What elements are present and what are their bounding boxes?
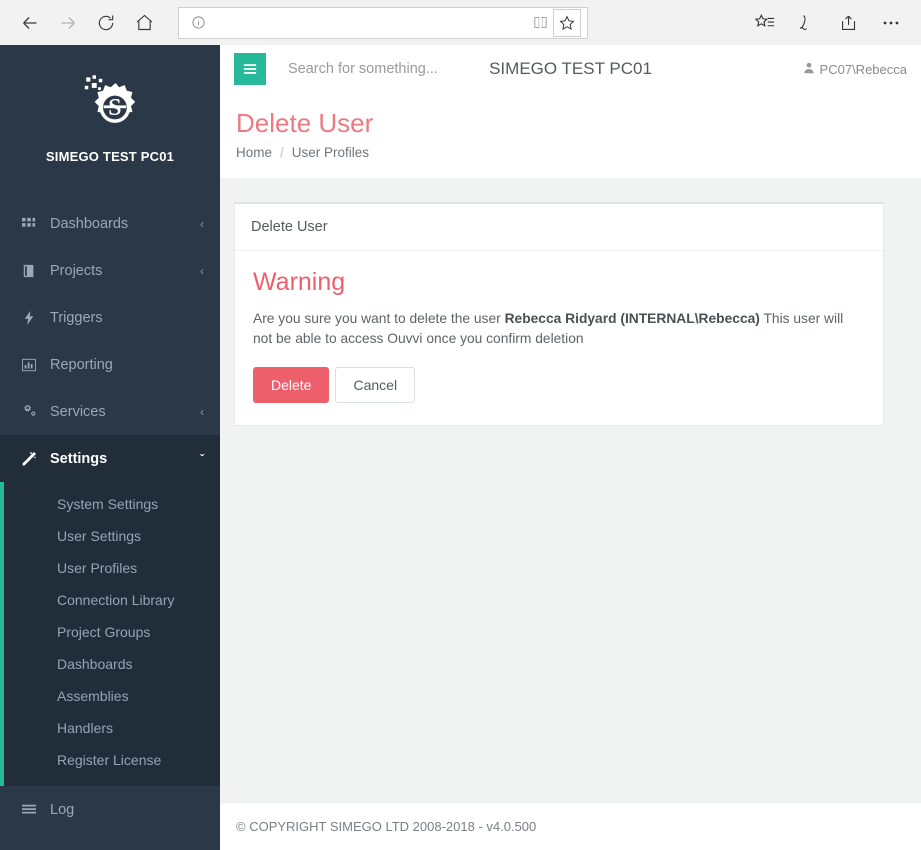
sidebar-item-reporting[interactable]: Reporting: [0, 341, 220, 388]
sidebar-item-triggers[interactable]: Triggers: [0, 294, 220, 341]
chevron-left-icon: ‹: [200, 404, 204, 419]
settings-subitem-user-settings[interactable]: User Settings: [0, 520, 220, 552]
main-area: SIMEGO TEST PC01 PC07\Rebecca Delete Use…: [220, 45, 921, 850]
grid-icon: [22, 217, 44, 231]
address-input[interactable]: [209, 15, 529, 30]
browser-toolbar: [0, 0, 921, 45]
cancel-button[interactable]: Cancel: [335, 367, 416, 403]
user-icon: [803, 62, 815, 77]
settings-subitem-handlers[interactable]: Handlers: [0, 712, 220, 744]
settings-subitem-system-settings[interactable]: System Settings: [0, 488, 220, 520]
settings-subitem-connection-library[interactable]: Connection Library: [0, 584, 220, 616]
page-head: Delete User Home / User Profiles: [220, 93, 921, 178]
bolt-icon: [22, 310, 44, 325]
back-icon[interactable]: [12, 5, 48, 41]
page-header-title: SIMEGO TEST PC01: [489, 59, 652, 78]
chevron-down-icon: ˇ: [200, 451, 204, 466]
sidebar-item-services[interactable]: Services ‹: [0, 388, 220, 435]
magic-wand-icon: [22, 451, 44, 466]
hamburger-icon[interactable]: [234, 53, 266, 85]
sidebar-item-label: Log: [50, 801, 75, 818]
sidebar-item-label: Triggers: [50, 309, 103, 326]
home-icon[interactable]: [126, 5, 162, 41]
app-shell: S SIMEGO TEST PC01 Dashboards ‹: [0, 45, 921, 850]
settings-subitem-user-profiles[interactable]: User Profiles: [0, 552, 220, 584]
hub-star-list-icon[interactable]: [747, 5, 783, 41]
book-icon[interactable]: [529, 12, 551, 34]
share-icon[interactable]: [831, 5, 867, 41]
sidebar-group-settings: Settings ˇ System Settings User Settings U…: [0, 435, 220, 786]
breadcrumb-item-user-profiles[interactable]: User Profiles: [292, 145, 369, 160]
sidebar-item-label: Reporting: [50, 356, 113, 373]
footer: © COPYRIGHT SIMEGO LTD 2008-2018 - v4.0.…: [220, 802, 921, 850]
brand-name: SIMEGO TEST PC01: [45, 149, 175, 164]
breadcrumb-item-home[interactable]: Home: [236, 145, 272, 160]
book-icon: [22, 264, 44, 278]
sidebar-item-label: Projects: [50, 262, 103, 279]
card-actions: Delete Cancel: [253, 367, 865, 403]
breadcrumb: Home / User Profiles: [236, 145, 921, 160]
sidebar-item-projects[interactable]: Projects ‹: [0, 247, 220, 294]
settings-subitem-dashboards[interactable]: Dashboards: [0, 648, 220, 680]
warning-message: Are you sure you want to delete the user…: [253, 309, 853, 349]
delete-user-card: Delete User Warning Are you sure you wan…: [234, 202, 884, 426]
topbar: SIMEGO TEST PC01 PC07\Rebecca: [220, 45, 921, 93]
card-body: Warning Are you sure you want to delete …: [235, 251, 883, 425]
sidebar-item-label: Dashboards: [50, 215, 129, 232]
delete-button[interactable]: Delete: [253, 367, 330, 403]
settings-subitem-assemblies[interactable]: Assemblies: [0, 680, 220, 712]
warning-message-user: Rebecca Ridyard (INTERNAL\Rebecca): [504, 311, 760, 326]
settings-subitem-project-groups[interactable]: Project Groups: [0, 616, 220, 648]
forward-icon[interactable]: [50, 5, 86, 41]
warning-message-prefix: Are you sure you want to delete the user: [253, 311, 505, 326]
refresh-icon[interactable]: [88, 5, 124, 41]
chevron-left-icon: ‹: [200, 216, 204, 231]
settings-submenu: System Settings User Settings User Profile…: [0, 482, 220, 786]
active-accent-bar: [0, 435, 4, 786]
sidebar-item-dashboards[interactable]: Dashboards ‹: [0, 200, 220, 247]
content-area: Delete User Warning Are you sure you wan…: [220, 178, 921, 802]
ellipsis-icon[interactable]: [873, 5, 909, 41]
settings-subitem-register-license[interactable]: Register License: [0, 744, 220, 776]
pen-icon[interactable]: [789, 5, 825, 41]
sidebar-item-log[interactable]: Log: [0, 786, 220, 833]
star-icon[interactable]: [553, 8, 581, 37]
brand: S SIMEGO TEST PC01: [0, 45, 220, 178]
bar-chart-icon: [22, 358, 44, 372]
user-name: PC07\Rebecca: [819, 61, 907, 77]
address-bar[interactable]: [178, 6, 588, 39]
page-title: Delete User: [236, 108, 374, 138]
sidebar-item-label: Settings: [50, 450, 108, 467]
sidebar-item-settings[interactable]: Settings ˇ: [0, 435, 220, 482]
gears-icon: [22, 404, 44, 419]
simego-gear-logo: S: [84, 75, 136, 123]
card-header: Delete User: [235, 204, 883, 251]
chevron-left-icon: ‹: [200, 263, 204, 278]
sidebar-nav: Dashboards ‹ Projects ‹ Triggers Reporti…: [0, 200, 220, 833]
list-icon: [22, 803, 44, 817]
info-icon: [187, 12, 209, 34]
browser-actions: [747, 5, 909, 41]
user-menu[interactable]: PC07\Rebecca: [803, 62, 907, 77]
sidebar-item-label: Services: [50, 403, 106, 420]
sidebar: S SIMEGO TEST PC01 Dashboards ‹: [0, 45, 220, 850]
breadcrumb-separator: /: [280, 145, 284, 160]
warning-heading: Warning: [253, 268, 346, 296]
